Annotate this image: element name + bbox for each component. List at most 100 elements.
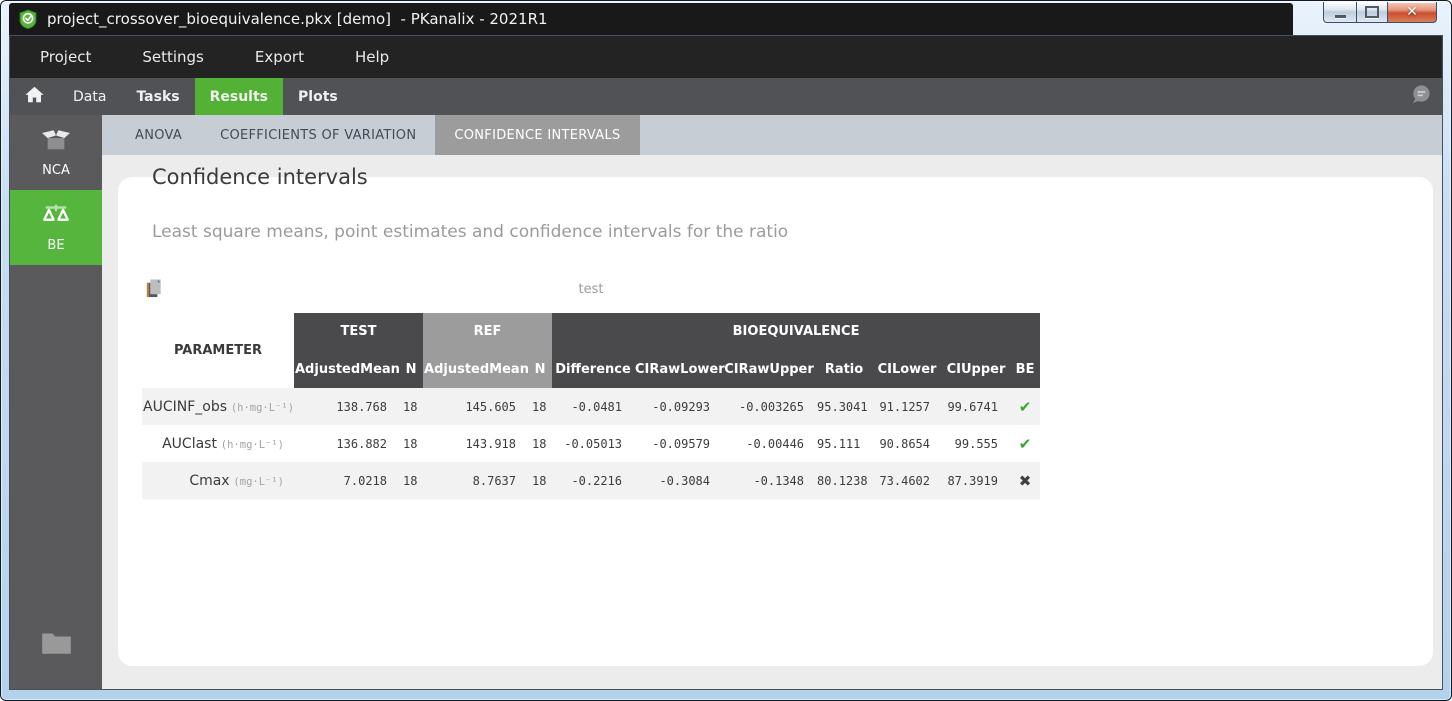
tab-tasks[interactable]: Tasks [121, 78, 194, 115]
tab-plots[interactable]: Plots [283, 78, 353, 115]
minimize-button[interactable] [1323, 2, 1357, 23]
content-area: Confidence intervals Least square means,… [102, 155, 1442, 689]
cell-test-adjusted-mean: 136.882 [294, 425, 399, 462]
window-frame: project_crossover_bioequivalence.pkx [de… [0, 0, 1452, 701]
page-subtitle: Least square means, point estimates and … [152, 222, 1433, 243]
body-row: NCA BE [10, 115, 1442, 689]
table-row: AUCINF_obs (h·mg·L⁻¹) 138.768 18 145.605… [142, 388, 1040, 425]
cell-ci-lower: 73.4602 [872, 462, 942, 499]
subtab-anova[interactable]: ANOVA [116, 115, 201, 155]
column-header-ratio: Ratio [816, 350, 872, 388]
cell-ratio: 95.3041 [816, 388, 872, 425]
cell-difference: -0.0481 [552, 388, 634, 425]
cell-ci-raw-lower: -0.09293 [634, 388, 722, 425]
chat-button[interactable] [1398, 78, 1442, 115]
tabbar-spacer [353, 78, 1398, 115]
confidence-intervals-table: PARAMETER TEST REF BIOEQUIVALENCE Adjust… [142, 313, 1040, 499]
cell-test-n: 18 [399, 388, 423, 425]
group-header-test: TEST [294, 313, 423, 350]
column-header-ci-upper: CIUpper [942, 350, 1010, 388]
column-header-ref-n: N [528, 350, 552, 388]
maximize-button[interactable] [1357, 2, 1388, 23]
cell-ci-lower: 91.1257 [872, 388, 942, 425]
table-group-label: test [142, 278, 1040, 297]
sidebar-item-be[interactable]: BE [10, 190, 102, 265]
group-header-ref: REF [423, 313, 552, 350]
column-header-ref-adjusted-mean: AdjustedMean [423, 350, 528, 388]
sidebar-spacer [10, 265, 102, 631]
app-icon [18, 9, 38, 29]
sidebar-item-nca[interactable]: NCA [10, 115, 102, 190]
be-status-icon: ✔ [1010, 388, 1040, 425]
cell-ratio: 95.111 [816, 425, 872, 462]
cell-ref-n: 18 [528, 462, 552, 499]
copy-table-icon[interactable] [145, 278, 164, 303]
menu-project[interactable]: Project [32, 44, 99, 70]
minimize-icon [1335, 15, 1346, 18]
cell-ref-adjusted-mean: 143.918 [423, 425, 528, 462]
column-header-test-n: N [399, 350, 423, 388]
cell-ci-raw-upper: -0.00446 [722, 425, 816, 462]
sidebar: NCA BE [10, 115, 102, 689]
cell-ci-raw-lower: -0.09579 [634, 425, 722, 462]
page-title: Confidence intervals [152, 163, 1433, 191]
column-header-ci-lower: CILower [872, 350, 942, 388]
table-body: AUCINF_obs (h·mg·L⁻¹) 138.768 18 145.605… [142, 388, 1040, 499]
column-header-ci-raw-lower: CIRawLower [634, 350, 722, 388]
close-icon: ✕ [1406, 4, 1418, 20]
table-group-header-row: PARAMETER TEST REF BIOEQUIVALENCE [142, 313, 1040, 350]
content: ANOVA COEFFICIENTS OF VARIATION CONFIDEN… [102, 115, 1442, 689]
be-status-icon: ✖ [1010, 462, 1040, 499]
home-button[interactable] [10, 78, 58, 115]
cell-ci-upper: 87.3919 [942, 462, 1010, 499]
chat-icon [1409, 84, 1432, 109]
cell-difference: -0.2216 [552, 462, 634, 499]
table-row: AUClast (h·mg·L⁻¹) 136.882 18 143.918 18… [142, 425, 1040, 462]
cell-test-adjusted-mean: 7.0218 [294, 462, 399, 499]
menu-export[interactable]: Export [247, 44, 312, 70]
cell-test-n: 18 [399, 425, 423, 462]
sidebar-item-label: BE [47, 238, 64, 253]
subtab-confidence-intervals[interactable]: CONFIDENCE INTERVALS [435, 115, 639, 155]
nca-box-icon [40, 127, 72, 157]
cell-ref-n: 18 [528, 388, 552, 425]
results-subtabs: ANOVA COEFFICIENTS OF VARIATION CONFIDEN… [102, 115, 1442, 155]
be-scales-icon [40, 203, 72, 232]
cell-test-adjusted-mean: 138.768 [294, 388, 399, 425]
cell-ratio: 80.1238 [816, 462, 872, 499]
group-header-bioequivalence: BIOEQUIVALENCE [552, 313, 1040, 350]
cell-ref-adjusted-mean: 145.605 [423, 388, 528, 425]
close-button[interactable]: ✕ [1388, 2, 1437, 23]
column-header-test-adjusted-mean: AdjustedMean [294, 350, 399, 388]
maximize-icon [1365, 6, 1379, 18]
cell-ci-raw-lower: -0.3084 [634, 462, 722, 499]
folder-icon [41, 631, 72, 659]
cell-parameter: AUClast (h·mg·L⁻¹) [142, 425, 294, 462]
cell-test-n: 18 [399, 462, 423, 499]
main-tabbar: Data Tasks Results Plots [10, 78, 1442, 115]
table-tools: test [142, 278, 1040, 300]
sidebar-item-label: NCA [42, 163, 70, 178]
window-title: project_crossover_bioequivalence.pkx [de… [47, 10, 548, 28]
cell-parameter: AUCINF_obs (h·mg·L⁻¹) [142, 388, 294, 425]
open-project-button[interactable] [10, 631, 102, 689]
cell-ci-upper: 99.6741 [942, 388, 1010, 425]
cell-ref-adjusted-mean: 8.7637 [423, 462, 528, 499]
tab-results[interactable]: Results [195, 78, 283, 115]
window-controls: ✕ [1323, 2, 1437, 23]
results-panel: Confidence intervals Least square means,… [118, 177, 1433, 666]
cell-ci-upper: 99.555 [942, 425, 1010, 462]
tab-data[interactable]: Data [58, 78, 121, 115]
cell-ci-raw-upper: -0.003265 [722, 388, 816, 425]
cell-ci-raw-upper: -0.1348 [722, 462, 816, 499]
menu-settings[interactable]: Settings [134, 44, 212, 70]
cell-ci-lower: 90.8654 [872, 425, 942, 462]
menu-help[interactable]: Help [347, 44, 397, 70]
cell-ref-n: 18 [528, 425, 552, 462]
column-header-ci-raw-upper: CIRawUpper [722, 350, 816, 388]
table-row: Cmax (mg·L⁻¹) 7.0218 18 8.7637 18 -0.221… [142, 462, 1040, 499]
cell-parameter: Cmax (mg·L⁻¹) [142, 462, 294, 499]
column-header-be: BE [1010, 350, 1040, 388]
titlebar: project_crossover_bioequivalence.pkx [de… [9, 3, 1293, 35]
subtab-coefficients-of-variation[interactable]: COEFFICIENTS OF VARIATION [201, 115, 435, 155]
